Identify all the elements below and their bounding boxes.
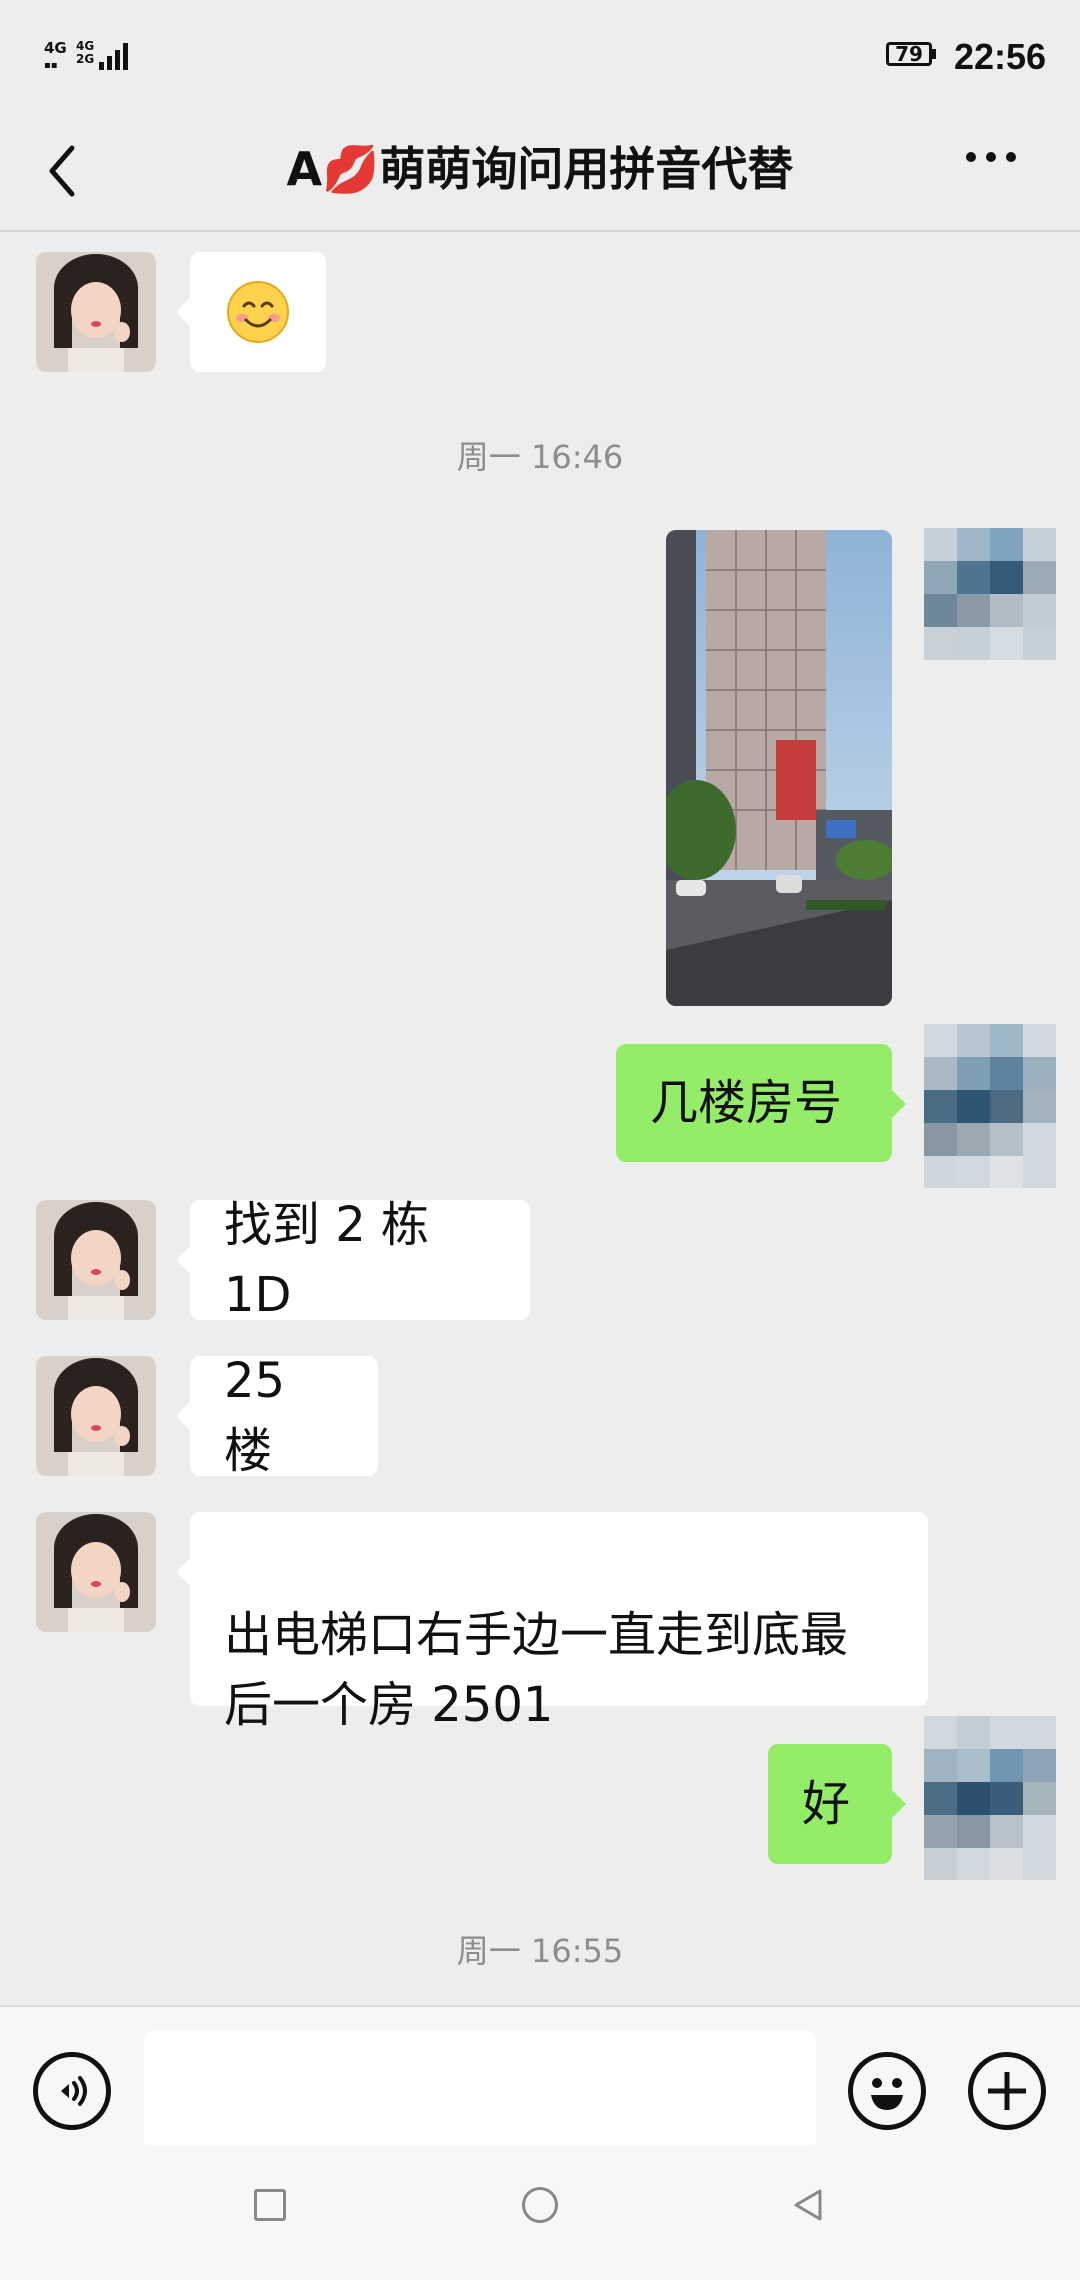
battery-icon: 79 (886, 42, 936, 66)
network-indicator-2: 4G 2G (76, 40, 94, 66)
contact-avatar[interactable] (36, 252, 156, 372)
voice-button[interactable] (33, 2052, 111, 2130)
message-text: 25 楼 (224, 1353, 286, 1479)
timestamp: 周一 16:55 (456, 1932, 624, 1970)
message-text: 找到 2 栋 1D (224, 1197, 430, 1323)
chat-title: A💋萌萌询问用拼音代替 (286, 142, 794, 196)
triangle-back-icon[interactable] (790, 2187, 826, 2227)
message-input[interactable] (144, 2031, 816, 2147)
input-bar (0, 2005, 1080, 2147)
plus-button[interactable] (968, 2052, 1046, 2130)
emoji-button[interactable] (848, 2052, 926, 2130)
contact-avatar[interactable] (36, 1200, 156, 1320)
more-dots-icon (966, 152, 976, 162)
network-indicator: 4G ▪▪ (44, 40, 67, 74)
status-time: 22:56 (954, 36, 1047, 77)
my-avatar[interactable] (924, 1716, 1056, 1880)
message-bubble-incoming[interactable]: 25 楼 (190, 1353, 378, 1479)
timestamp: 周一 16:46 (456, 438, 624, 476)
message-bubble-incoming[interactable] (190, 252, 326, 372)
message-bubble-outgoing[interactable]: 几楼房号 (616, 1044, 892, 1162)
network-dots: ▪▪ (44, 60, 58, 71)
building-photo (666, 530, 892, 1006)
pixelated-avatar (924, 528, 1056, 660)
emoji-icon (871, 2078, 903, 2110)
smile-emoji-icon (227, 281, 289, 343)
status-bar: 4G ▪▪ 4G 2G 79 22:56 (0, 0, 1080, 118)
chat-header: A💋萌萌询问用拼音代替 (0, 118, 1080, 232)
network-label-4g: 4G (44, 39, 67, 57)
pixelated-avatar (924, 1024, 1056, 1188)
message-text: 几楼房号 (650, 1075, 843, 1131)
more-button[interactable] (966, 152, 1016, 162)
system-nav-bar (0, 2145, 1080, 2280)
pixelated-avatar (924, 1716, 1056, 1880)
my-avatar[interactable] (924, 528, 1056, 660)
battery-level: 79 (886, 42, 932, 66)
circle-icon[interactable] (522, 2187, 558, 2223)
square-icon[interactable] (254, 2189, 286, 2221)
message-bubble-outgoing[interactable]: 好 (768, 1744, 892, 1864)
contact-avatar[interactable] (36, 1356, 156, 1476)
plus-icon (988, 2072, 1026, 2110)
message-bubble-incoming[interactable]: 找到 2 栋 1D (190, 1197, 530, 1323)
contact-avatar[interactable] (36, 1512, 156, 1632)
message-text: 出电梯口右手边一直走到底最 后一个房 2501 (224, 1607, 849, 1733)
my-avatar[interactable] (924, 1024, 1056, 1188)
message-image[interactable] (666, 530, 892, 1006)
network-label-2g: 2G (76, 52, 95, 66)
signal-icon (99, 42, 128, 70)
voice-icon (61, 2076, 87, 2106)
message-text: 好 (802, 1776, 851, 1832)
message-bubble-incoming[interactable]: 出电梯口右手边一直走到底最 后一个房 2501 (190, 1512, 928, 1733)
